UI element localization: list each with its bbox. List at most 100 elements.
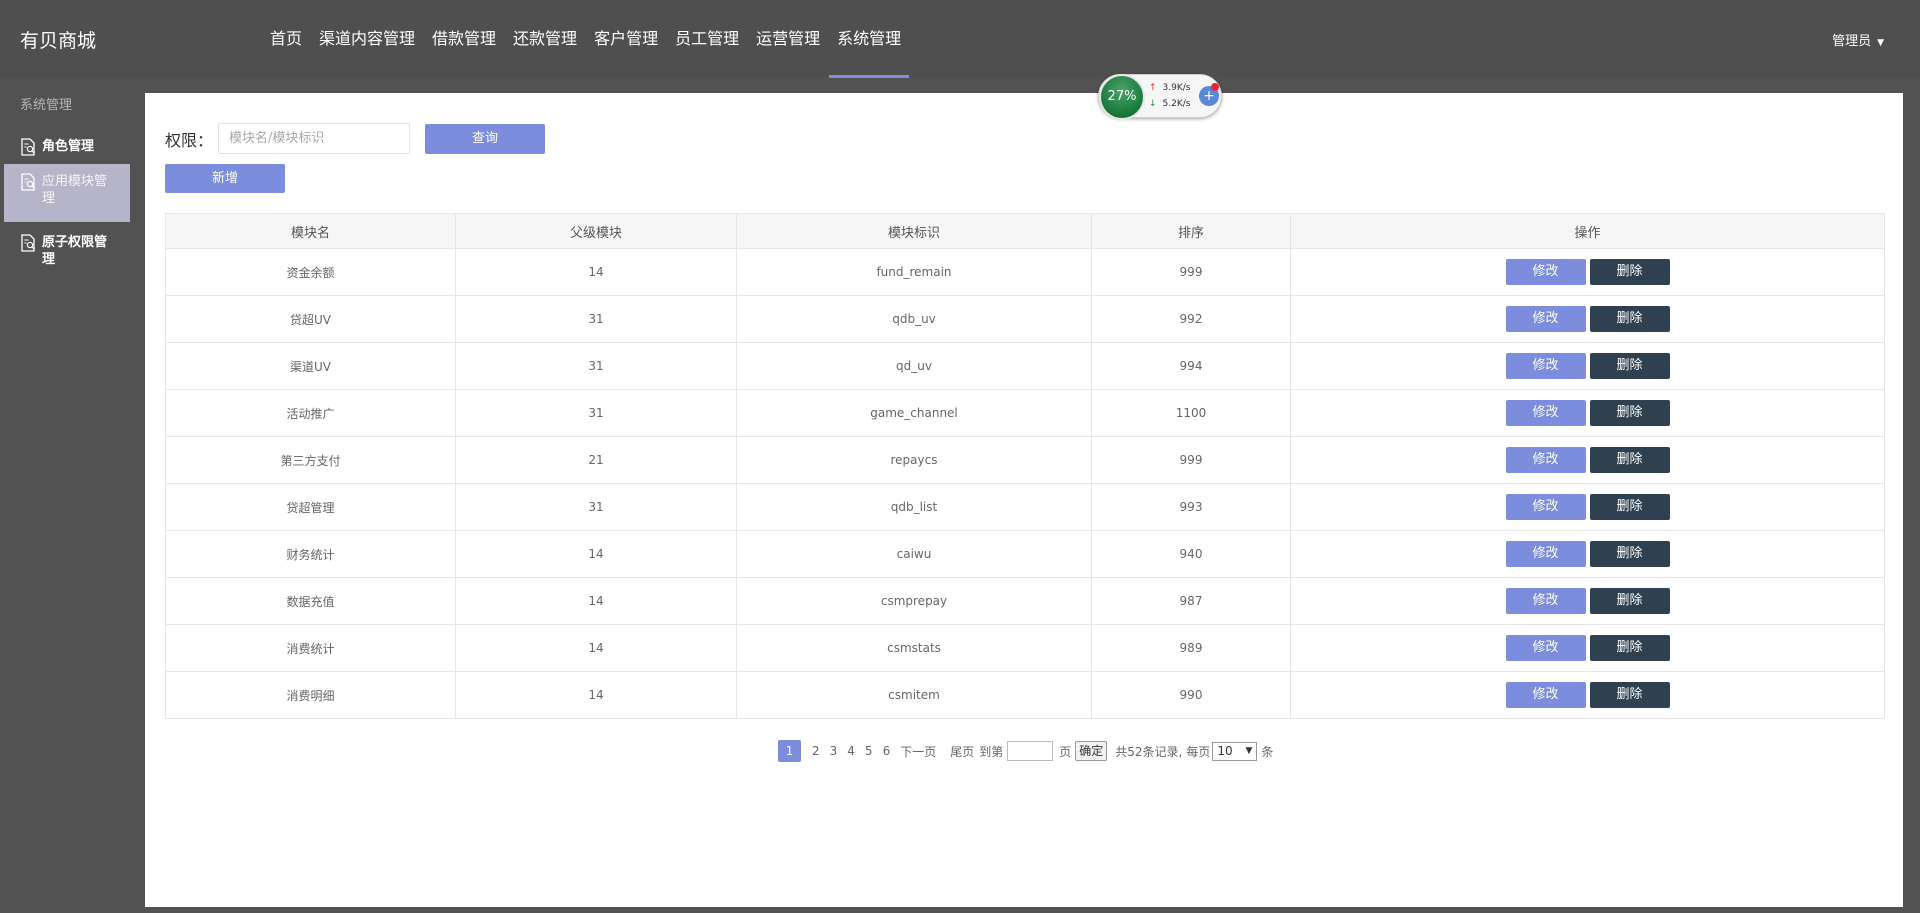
main-nav: 首页 渠道内容管理 借款管理 还款管理 客户管理 员工管理 运营管理 系统管理 [262,0,910,78]
edit-button[interactable]: 修改 [1505,588,1586,614]
cell-actions: 修改 删除 [1290,577,1885,625]
delete-button[interactable]: 删除 [1589,447,1670,473]
delete-button[interactable]: 删除 [1589,306,1670,332]
cell-actions: 修改 删除 [1290,248,1885,296]
module-search-input[interactable] [218,123,410,154]
table-row: 贷超UV 31 qdb_uv 992 修改 删除 [165,295,1885,343]
goto-suffix-label: 页 [1059,744,1072,759]
table-row: 消费明细 14 csmitem 990 修改 删除 [165,671,1885,719]
cell-parent-module: 31 [455,483,737,531]
cell-module-name: 贷超UV [165,295,456,343]
sidebar-item-atomic-permission[interactable]: 原子权限管理 [4,226,130,270]
table-header-row: 模块名 父级模块 模块标识 排序 操作 [165,213,1885,249]
page-link[interactable]: 3 [830,744,838,758]
cell-sort: 989 [1091,624,1291,672]
edit-button[interactable]: 修改 [1505,541,1586,567]
sidebar-item-app-module[interactable]: 应用模块管理 [4,164,130,222]
delete-button[interactable]: 删除 [1589,353,1670,379]
last-page-link[interactable]: 尾页 [950,743,974,760]
upload-speed-value: 3.9K/s [1162,83,1191,93]
page-link[interactable]: 2 [812,744,820,758]
cell-parent-module: 14 [455,624,737,672]
add-module-button[interactable]: 新增 [165,164,285,193]
brand-logo[interactable]: 有贝商城 [20,26,96,53]
edit-button[interactable]: 修改 [1505,353,1586,379]
column-header-sort: 排序 [1091,213,1291,249]
cell-parent-module: 14 [455,248,737,296]
per-page-value: 10 [1217,743,1233,758]
cell-actions: 修改 删除 [1290,389,1885,437]
cell-module-name: 贷超管理 [165,483,456,531]
edit-button[interactable]: 修改 [1505,400,1586,426]
nav-channel-content[interactable]: 渠道内容管理 [311,0,423,78]
cell-sort: 993 [1091,483,1291,531]
page-link[interactable]: 6 [883,744,891,758]
cell-parent-module: 31 [455,389,737,437]
nav-system[interactable]: 系统管理 [829,0,910,78]
cell-module-key: csmprepay [736,577,1092,625]
table-row: 活动推广 31 game_channel 1100 修改 删除 [165,389,1885,437]
delete-button[interactable]: 删除 [1589,400,1670,426]
caret-down-icon: ▼ [1877,38,1884,48]
nav-loan[interactable]: 借款管理 [424,0,504,78]
main-panel: 权限： 查询 新增 模块名 父级模块 模块标识 排序 操作 资金余额14fund… [145,93,1903,907]
network-speed-widget[interactable]: 27% ↑ 3.9K/s ↓ 5.2K/s + [1098,74,1222,120]
arrow-up-icon: ↑ [1149,83,1157,93]
column-header-module-name: 模块名 [165,213,456,249]
permission-filter-label: 权限： [165,131,214,150]
cell-sort: 999 [1091,248,1291,296]
cell-parent-module: 31 [455,342,737,390]
cell-module-key: game_channel [736,389,1092,437]
user-name: 管理员 [1832,34,1872,49]
user-menu[interactable]: 管理员 ▼ [1832,30,1884,49]
cell-module-name: 第三方支付 [165,436,456,484]
table-row: 消费统计 14 csmstats 989 修改 删除 [165,624,1885,672]
nav-customer[interactable]: 客户管理 [586,0,666,78]
delete-button[interactable]: 删除 [1589,588,1670,614]
next-page-link[interactable]: 下一页 [900,743,936,760]
cell-module-key: caiwu [736,530,1092,578]
cell-module-key: repaycs [736,436,1092,484]
document-icon [21,234,35,252]
cell-actions: 修改 删除 [1290,342,1885,390]
page-current[interactable]: 1 [778,740,801,762]
page-link[interactable]: 5 [865,744,873,758]
goto-prefix-label: 到第 [979,744,1004,759]
delete-button[interactable]: 删除 [1589,494,1670,520]
edit-button[interactable]: 修改 [1505,259,1586,285]
table-row: 财务统计 14 caiwu 940 修改 删除 [165,530,1885,578]
edit-button[interactable]: 修改 [1505,635,1586,661]
table-row: 资金余额 14 fund_remain 999 修改 删除 [165,248,1885,296]
cell-module-key: fund_remain [736,248,1092,296]
pagination: 1 2 3 4 5 6 下一页 尾页 到第 页 确定 共52条记录, 每页 10… [778,740,1273,762]
module-table: 模块名 父级模块 模块标识 排序 操作 资金余额 14 fund_remain 999… [165,213,1885,719]
cell-actions: 修改 删除 [1290,671,1885,719]
edit-button[interactable]: 修改 [1505,682,1586,708]
cell-parent-module: 31 [455,295,737,343]
delete-button[interactable]: 删除 [1589,541,1670,567]
nav-repayment[interactable]: 还款管理 [505,0,585,78]
cell-module-name: 资金余额 [165,248,456,296]
sidebar-item-role[interactable]: 角色管理 [4,132,130,162]
query-button[interactable]: 查询 [425,124,545,154]
edit-button[interactable]: 修改 [1505,494,1586,520]
document-icon [21,173,35,191]
cell-module-key: qdb_uv [736,295,1092,343]
delete-button[interactable]: 删除 [1589,259,1670,285]
edit-button[interactable]: 修改 [1505,306,1586,332]
column-header-actions: 操作 [1290,213,1885,249]
delete-button[interactable]: 删除 [1589,682,1670,708]
table-row: 渠道UV 31 qd_uv 994 修改 删除 [165,342,1885,390]
per-page-suffix-label: 条 [1261,744,1274,759]
edit-button[interactable]: 修改 [1505,447,1586,473]
nav-operations[interactable]: 运营管理 [748,0,828,78]
nav-staff[interactable]: 员工管理 [667,0,747,78]
goto-confirm-button[interactable]: 确定 [1075,741,1108,761]
usage-percent-badge: 27% [1099,74,1145,120]
per-page-select[interactable]: 10 ▼ [1212,741,1258,761]
delete-button[interactable]: 删除 [1589,635,1670,661]
page-link[interactable]: 4 [847,744,855,758]
goto-page-input[interactable] [1007,741,1054,761]
nav-home[interactable]: 首页 [262,0,310,78]
arrow-down-icon: ↓ [1149,99,1157,109]
